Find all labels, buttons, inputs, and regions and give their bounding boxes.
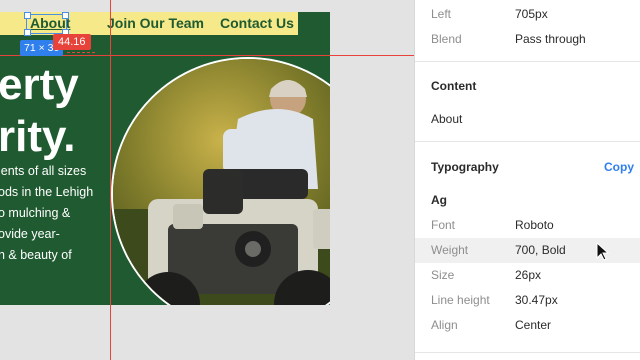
hero-body-line: ients of all sizes xyxy=(0,164,87,178)
hero-body-text: ients of all sizes ods in the Lehigh o m… xyxy=(0,161,110,266)
design-canvas[interactable]: About Join Our Team Contact Us erty rity… xyxy=(0,0,414,360)
section-divider xyxy=(415,141,640,142)
hero-body-line: o mulching & xyxy=(0,206,71,220)
property-row-left[interactable]: Left 705px xyxy=(415,2,640,27)
property-value[interactable]: 705px xyxy=(515,2,548,27)
property-row-line-height[interactable]: Line height 30.47px xyxy=(415,288,640,313)
property-value[interactable]: 30.47px xyxy=(515,288,558,313)
property-label: Blend xyxy=(431,32,462,46)
property-label: Align xyxy=(431,318,458,332)
selection-box[interactable] xyxy=(24,12,69,36)
section-divider xyxy=(415,61,640,62)
content-value[interactable]: About xyxy=(431,112,462,126)
hero-title-line-1: erty xyxy=(0,60,79,109)
property-value[interactable]: Center xyxy=(515,313,551,338)
hero-photo-mower[interactable] xyxy=(111,57,330,305)
inspector-panel: Left 705px Blend Pass through Content Ab… xyxy=(414,0,640,360)
hero-body-line: h & beauty of xyxy=(0,248,72,262)
section-divider xyxy=(415,352,640,353)
property-value[interactable]: 26px xyxy=(515,263,541,288)
red-guide-vertical xyxy=(110,0,111,360)
copy-button[interactable]: Copy xyxy=(604,160,634,174)
hero-body-line: ods in the Lehigh xyxy=(0,185,94,199)
hero-body-line: ovide year- xyxy=(0,227,60,241)
mouse-pointer-icon xyxy=(596,242,610,261)
property-row-align[interactable]: Align Center xyxy=(415,313,640,338)
hero-title-line-2: rity. xyxy=(0,112,76,161)
resize-handle[interactable] xyxy=(24,12,31,19)
nav-link-join-our-team[interactable]: Join Our Team xyxy=(107,15,204,31)
distance-measure-line xyxy=(67,52,95,53)
typography-section-title: Typography xyxy=(431,160,499,174)
property-row-font[interactable]: Font Roboto xyxy=(415,213,640,238)
property-value[interactable]: 700, Bold xyxy=(515,238,566,263)
distance-badge: 44.16 xyxy=(53,34,91,50)
nav-bar-edge xyxy=(298,12,330,35)
property-label: Left xyxy=(431,7,452,21)
property-label: Size xyxy=(431,268,455,282)
property-row-size[interactable]: Size 26px xyxy=(415,263,640,288)
property-label: Weight xyxy=(431,243,469,257)
typography-preview: Ag xyxy=(431,193,447,207)
resize-handle[interactable] xyxy=(62,12,69,19)
resize-handle[interactable] xyxy=(24,29,31,36)
content-section-title: Content xyxy=(431,79,477,93)
property-row-blend[interactable]: Blend Pass through xyxy=(415,27,640,52)
property-label: Font xyxy=(431,218,456,232)
nav-link-contact-us[interactable]: Contact Us xyxy=(220,15,294,31)
property-value[interactable]: Pass through xyxy=(515,27,586,52)
property-label: Line height xyxy=(431,293,490,307)
property-value[interactable]: Roboto xyxy=(515,213,554,238)
mower-photo-illustration xyxy=(113,59,330,305)
